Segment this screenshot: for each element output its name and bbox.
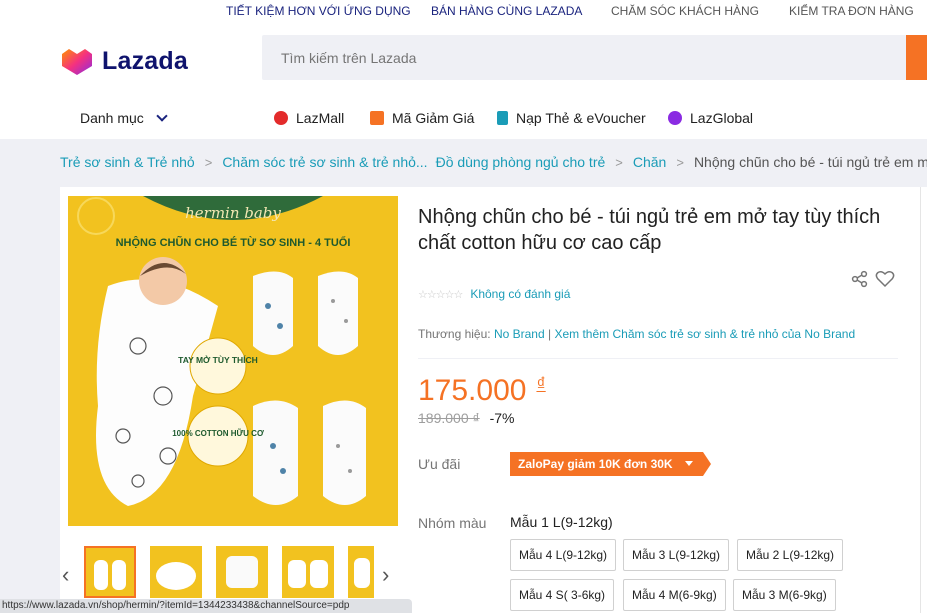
search-bar <box>262 35 907 80</box>
nav-lazmall[interactable]: LazMall <box>274 110 344 126</box>
variant-option[interactable]: Mẫu 3 L(9-12kg) <box>623 539 730 571</box>
nav-topup-label: Nạp Thẻ & eVoucher <box>516 110 646 126</box>
variant-option[interactable]: Mẫu 4 M(6-9kg) <box>623 579 726 611</box>
breadcrumb-item[interactable]: Đồ dùng phòng ngủ cho trẻ <box>436 154 606 170</box>
category-label: Danh mục <box>80 110 144 126</box>
price-value: 175.000 <box>418 374 527 407</box>
search-button[interactable] <box>906 35 927 80</box>
thumbnail-photo <box>348 546 374 598</box>
breadcrumb-item[interactable]: Trẻ sơ sinh & Trẻ nhỏ <box>60 154 195 170</box>
brand-link[interactable]: No Brand <box>494 327 545 341</box>
brand-more-link[interactable]: Xem thêm Chăm sóc trẻ sơ sinh & trẻ nhỏ … <box>554 327 855 341</box>
breadcrumb: Trẻ sơ sinh & Trẻ nhỏ > Chăm sóc trẻ sơ … <box>60 154 927 170</box>
top-bar: TIẾT KIỆM HƠN VỚI ỨNG DỤNG BÁN HÀNG CÙNG… <box>0 0 927 24</box>
lazada-logo[interactable]: Lazada <box>60 46 188 76</box>
thumbnail-image[interactable] <box>150 546 202 598</box>
nav-lazglobal-label: LazGlobal <box>690 110 754 126</box>
promo-label: Ưu đãi <box>418 456 461 472</box>
thumbnail-image[interactable] <box>282 546 334 598</box>
thumbnail-prev-button[interactable]: ‹ <box>62 562 69 588</box>
old-price-row: 189.000 ₫ -7% <box>418 410 514 426</box>
price: 175.000 ₫ <box>418 374 546 408</box>
nav-lazmall-label: LazMall <box>296 110 345 126</box>
thumbnail-photo <box>150 546 202 598</box>
nav-voucher-label: Mã Giảm Giá <box>392 110 475 126</box>
thumbnail-image[interactable] <box>216 546 268 598</box>
heart-icon[interactable] <box>875 270 895 288</box>
thumbnail-photo <box>282 546 334 598</box>
voucher-icon <box>370 111 384 125</box>
brand-label: Thương hiệu: <box>418 327 491 341</box>
chevron-down-icon <box>156 110 168 122</box>
topbar-link-order[interactable]: KIỂM TRA ĐƠN HÀNG <box>789 4 914 18</box>
image-badge-open: TAY MỞ TÙY THÍCH <box>178 354 258 365</box>
variant-option[interactable]: Mẫu 2 L(9-12kg) <box>737 539 844 571</box>
thumbnail-next-button[interactable]: › <box>382 562 389 588</box>
topbar-link-care[interactable]: CHĂM SÓC KHÁCH HÀNG <box>611 4 759 18</box>
selected-color: Mẫu 1 L(9-12kg) <box>510 514 613 530</box>
breadcrumb-item[interactable]: Chăn <box>633 154 666 170</box>
breadcrumb-item[interactable]: Chăm sóc trẻ sơ sinh & trẻ nhỏ... <box>222 154 427 170</box>
header: Lazada Danh mục LazMall Mã Giảm Giá Nạp … <box>0 24 927 139</box>
product-main-image[interactable]: hermin baby NHỘNG CHŨN CHO BÉ TỪ SƠ SINH… <box>68 196 398 526</box>
thumbnail-photo <box>86 548 134 596</box>
topbar-link-app[interactable]: TIẾT KIỆM HƠN VỚI ỨNG DỤNG <box>226 4 411 18</box>
thumbnail-image[interactable] <box>84 546 136 598</box>
status-bar-url: https://www.lazada.vn/shop/hermin/?itemI… <box>0 599 412 613</box>
nav-topup[interactable]: Nạp Thẻ & eVoucher <box>497 110 646 126</box>
variant-option[interactable]: Mẫu 4 L(9-12kg) <box>510 539 617 571</box>
share-icon[interactable] <box>851 270 869 288</box>
nav-lazglobal[interactable]: LazGlobal <box>668 110 753 126</box>
image-brand-text: hermin baby <box>185 204 281 222</box>
lazmall-icon <box>274 111 288 125</box>
rating-row: ☆☆☆☆☆ Không có đánh giá <box>418 287 570 301</box>
topbar-link-sell[interactable]: BÁN HÀNG CÙNG LAZADA <box>431 4 582 18</box>
rating-text[interactable]: Không có đánh giá <box>470 287 570 301</box>
thumbnail-photo <box>216 546 268 598</box>
chevron-right-icon: > <box>676 154 684 170</box>
side-panel <box>920 187 927 613</box>
image-badge-cotton: 100% COTTON HỮU CƠ <box>172 429 264 438</box>
caret-down-icon <box>684 461 693 466</box>
globe-icon <box>668 111 682 125</box>
thumbnail-image[interactable] <box>348 546 374 598</box>
old-price: 189.000 ₫ <box>418 410 480 426</box>
discount-badge: -7% <box>489 410 515 426</box>
rating-stars-icon: ☆☆☆☆☆ <box>418 288 463 301</box>
color-family-label: Nhóm màu <box>418 515 487 531</box>
brand-row: Thương hiệu: No Brand | Xem thêm Chăm só… <box>418 327 855 341</box>
chevron-right-icon: > <box>204 154 213 170</box>
search-input[interactable] <box>262 35 907 80</box>
lazada-heart-icon <box>62 49 92 75</box>
category-menu[interactable]: Danh mục <box>80 110 168 126</box>
breadcrumb-current: Nhộng chũn cho bé - túi ngủ trẻ em mở t <box>693 154 927 170</box>
chevron-right-icon: > <box>615 154 623 170</box>
product-title: Nhộng chũn cho bé - túi ngủ trẻ em mở ta… <box>418 206 881 254</box>
product-photo: hermin baby NHỘNG CHŨN CHO BÉ TỪ SƠ SINH… <box>68 196 398 526</box>
logo-text: Lazada <box>102 46 188 75</box>
divider <box>418 358 898 359</box>
currency-symbol: ₫ <box>536 374 546 394</box>
nav-voucher[interactable]: Mã Giảm Giá <box>370 110 474 126</box>
promo-text: ZaloPay giảm 10K đơn 30K <box>518 457 673 471</box>
promo-tag[interactable]: ZaloPay giảm 10K đơn 30K <box>510 452 711 476</box>
share-wishlist-group <box>851 270 895 288</box>
variant-option[interactable]: Mẫu 4 S( 3-6kg) <box>510 579 615 611</box>
phone-icon <box>497 111 508 125</box>
image-headline-text: NHỘNG CHŨN CHO BÉ TỪ SƠ SINH - 4 TUỔI <box>116 236 351 249</box>
variant-option[interactable]: Mẫu 3 M(6-9kg) <box>733 579 836 611</box>
